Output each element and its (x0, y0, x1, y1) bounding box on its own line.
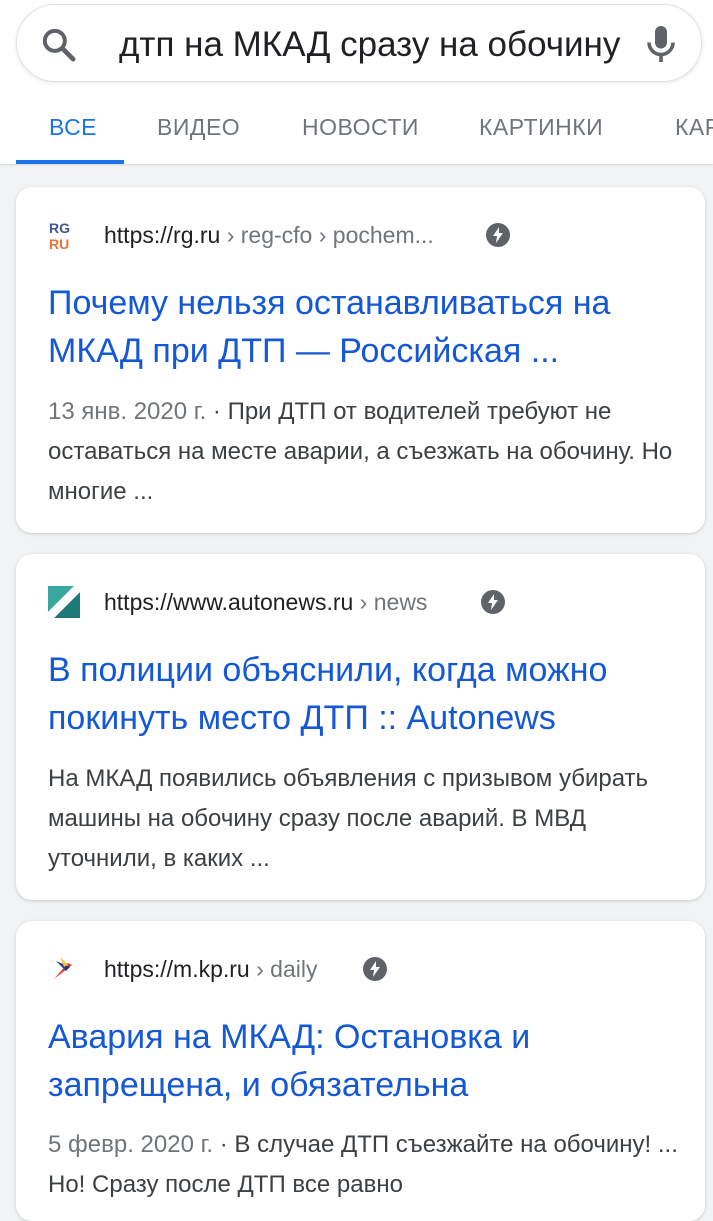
result-url-path: › reg-cfo › pochem... (220, 222, 434, 248)
tab-video[interactable]: ВИДЕО (157, 114, 240, 141)
result-url-path: › news (353, 589, 428, 615)
rg-ru-logo-icon: RG RU (48, 219, 80, 251)
svg-text:RG: RG (49, 220, 70, 236)
result-snippet-text: На МКАД появились объявления с призывом … (48, 765, 649, 872)
svg-text:RU: RU (49, 236, 69, 251)
search-icon[interactable] (39, 25, 79, 65)
result-url[interactable]: https://www.autonews.ru › news (104, 587, 427, 617)
result-title-link[interactable]: Авария на МКАД: Остановка и запрещена, и… (48, 1013, 688, 1109)
tab-images[interactable]: КАРТИНКИ (479, 114, 603, 141)
search-result-card: https://m.kp.ru › daily Авария на МКАД: … (16, 921, 705, 1221)
tab-all[interactable]: ВСЕ (49, 114, 97, 141)
result-url-path: › daily (249, 956, 318, 982)
search-result-card: RG RU https://rg.ru › reg-cfo › pochem..… (16, 187, 705, 533)
search-input[interactable]: дтп на МКАД сразу на обочину (119, 22, 631, 68)
tab-news[interactable]: НОВОСТИ (302, 114, 419, 141)
result-url-host: https://m.kp.ru (104, 956, 250, 982)
result-title-link[interactable]: В полиции объяснили, когда можно покинут… (48, 646, 688, 742)
result-snippet: 13 янв. 2020 г. · При ДТП от водителей т… (48, 392, 678, 512)
amp-lightning-icon (363, 957, 387, 981)
result-snippet: На МКАД появились объявления с призывом … (48, 759, 678, 879)
search-tabs: ВСЕ ВИДЕО НОВОСТИ КАРТИНКИ КАРТЫ (0, 90, 713, 164)
tab-maps[interactable]: КАРТЫ (675, 114, 713, 141)
amp-lightning-icon (486, 223, 510, 247)
result-url-host: https://rg.ru (104, 222, 221, 248)
microphone-icon[interactable] (643, 23, 679, 65)
search-header: дтп на МКАД сразу на обочину ВСЕ ВИДЕО Н… (0, 0, 713, 164)
result-snippet: 5 февр. 2020 г. · В случае ДТП съезжайте… (48, 1125, 678, 1205)
result-date: 5 февр. 2020 г. (48, 1131, 214, 1158)
result-title-link[interactable]: Почему нельзя останавливаться на МКАД пр… (48, 279, 688, 375)
result-date: 13 янв. 2020 г. (48, 398, 207, 425)
active-tab-indicator (16, 160, 124, 164)
amp-lightning-icon (481, 590, 505, 614)
result-url-host: https://www.autonews.ru (104, 589, 354, 615)
search-result-card: https://www.autonews.ru › news В полиции… (16, 554, 705, 900)
result-url[interactable]: https://m.kp.ru › daily (104, 954, 317, 984)
autonews-logo-icon (48, 586, 80, 618)
search-bar[interactable]: дтп на МКАД сразу на обочину (16, 4, 702, 82)
kp-ru-logo-icon (54, 957, 72, 979)
result-url[interactable]: https://rg.ru › reg-cfo › pochem... (104, 220, 434, 250)
